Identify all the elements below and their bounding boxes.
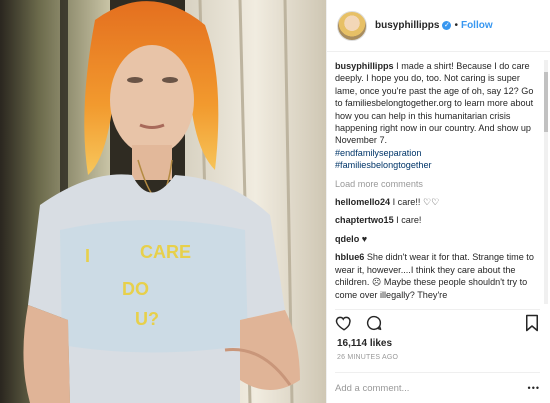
hashtag-link[interactable]: #familiesbelongtogether [335,160,432,170]
comment-username[interactable]: hellomello24 [335,197,390,207]
comment-username[interactable]: hblue6 [335,252,364,262]
verified-icon: ✓ [442,21,452,30]
follow-button[interactable]: Follow [461,20,493,31]
load-more-comments[interactable]: Load more comments [335,178,540,190]
bookmark-icon[interactable] [524,314,540,332]
scrollbar-thumb[interactable] [544,72,548,132]
caption-username[interactable]: busyphillipps [335,61,394,71]
comment: hellomello24 I care!! ♡♡ [335,196,540,208]
caption: busyphillipps I made a shirt! Because I … [335,60,540,172]
comment-text: I care!! ♡♡ [392,197,440,208]
caption-text: I made a shirt! Because I do care deeply… [335,61,534,146]
comment: chaptertwo15 I care! [335,214,540,226]
post-side-panel: busyphillipps ✓ • Follow busyphillipps I… [326,0,550,403]
avatar[interactable] [337,10,367,41]
post-header: busyphillipps ✓ • Follow [327,0,550,52]
shirt-text-i: I [85,246,90,266]
shirt-text-care: CARE [140,242,191,262]
post-timestamp[interactable]: 26 MINUTES AGO [337,354,398,361]
comment-username[interactable]: chaptertwo15 [335,215,394,225]
comments-scrollbar[interactable] [544,60,548,304]
more-options-icon[interactable]: ••• [528,383,540,393]
hashtag-link[interactable]: #endfamilyseparation [335,148,421,158]
likes-count[interactable]: 16,114 likes [337,338,392,349]
comments-list: busyphillipps I made a shirt! Because I … [335,60,540,308]
shirt-text-do: DO [122,279,149,299]
photo-illustration: I CARE DO U? [0,0,326,403]
add-comment-bar: Add a comment... ••• [335,372,540,403]
comment: qdelo ♥ [335,233,540,245]
action-bar [335,309,540,336]
comment-text: I care! [396,215,422,226]
post-modal: I CARE DO U? busyphillipps ✓ • Follow bu… [0,0,550,403]
heart-icon[interactable] [335,314,353,332]
comment-icon[interactable] [365,314,383,332]
header-username[interactable]: busyphillipps [375,20,439,31]
comment: hblue6 She didn't wear it for that. Stra… [335,251,540,301]
post-photo[interactable]: I CARE DO U? [0,0,326,403]
shirt-text-u: U? [135,309,159,329]
comment-username[interactable]: qdelo [335,234,359,244]
comment-text: She didn't wear it for that. Strange tim… [335,252,534,300]
add-comment-input[interactable]: Add a comment... [335,383,409,394]
separator-dot: • [454,20,458,31]
comment-text: ♥ [361,233,368,244]
